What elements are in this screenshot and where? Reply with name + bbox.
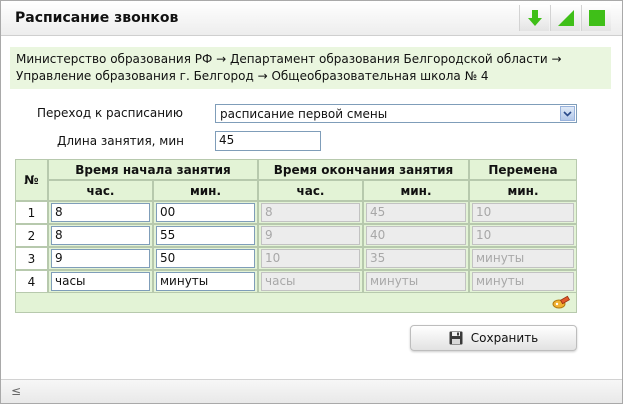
title-bar: Расписание звонков <box>1 1 622 36</box>
row-number: 4 <box>15 270 48 293</box>
end-minute-field: 35 <box>366 249 466 268</box>
table-row: 1 8 00 8 45 10 <box>15 201 577 224</box>
end-min-subheader: мин. <box>363 180 469 201</box>
start-hour-input[interactable]: часы <box>51 272 150 291</box>
window-title: Расписание звонков <box>15 10 179 26</box>
end-time-header: Время окончания занятия <box>258 159 469 180</box>
start-minute-input[interactable]: минуты <box>156 272 255 291</box>
breadcrumb: Министерство образования РФ → Департамен… <box>10 47 611 89</box>
start-minute-input[interactable]: 55 <box>156 226 255 245</box>
collapse-toggle[interactable]: ≤ <box>11 384 21 398</box>
maximize-button[interactable] <box>581 5 611 31</box>
start-hour-input[interactable]: 8 <box>51 203 150 222</box>
row-number: 3 <box>15 247 48 270</box>
bell-schedule-table: № Время начала занятия Время окончания з… <box>15 159 577 293</box>
break-field: минуты <box>472 249 574 268</box>
lesson-length-input[interactable]: 45 <box>215 131 321 151</box>
break-min-subheader: мин. <box>469 180 577 201</box>
schedule-window: Расписание звонков Министерство образова… <box>0 0 623 404</box>
end-hour-field: 10 <box>261 249 360 268</box>
lesson-length-label: Длина занятия, мин <box>57 134 184 148</box>
maximize-square-icon <box>588 10 605 26</box>
breadcrumb-line-1[interactable]: Министерство образования РФ → Департамен… <box>16 51 605 68</box>
schedule-select-value: расписание первой смены <box>220 107 388 121</box>
floppy-disk-icon <box>449 331 463 345</box>
download-button[interactable] <box>519 5 549 31</box>
end-hour-subheader: час. <box>258 180 363 201</box>
table-row: 3 9 50 10 35 минуты <box>15 247 577 270</box>
start-time-header: Время начала занятия <box>48 159 258 180</box>
resize-button[interactable] <box>550 5 580 31</box>
end-hour-field: 9 <box>261 226 360 245</box>
table-footer <box>15 292 577 313</box>
save-button[interactable]: Сохранить <box>410 325 577 351</box>
schedule-label: Переход к расписанию <box>37 106 183 120</box>
breadcrumb-line-2[interactable]: Управление образования г. Белгород → Общ… <box>16 68 605 85</box>
num-header: № <box>15 159 48 201</box>
end-minute-field: 40 <box>366 226 466 245</box>
end-hour-field: 8 <box>261 203 360 222</box>
start-hour-input[interactable]: 8 <box>51 226 150 245</box>
break-field: 10 <box>472 226 574 245</box>
end-minute-field: минуты <box>366 272 466 291</box>
row-number: 2 <box>15 224 48 247</box>
end-hour-field: часы <box>261 272 360 291</box>
table-row: 2 8 55 9 40 10 <box>15 224 577 247</box>
start-minute-input[interactable]: 00 <box>156 203 255 222</box>
start-hour-input[interactable]: 9 <box>51 249 150 268</box>
start-minute-input[interactable]: 50 <box>156 249 255 268</box>
end-minute-field: 45 <box>366 203 466 222</box>
schedule-select[interactable]: расписание первой смены <box>215 104 577 123</box>
chevron-down-icon[interactable] <box>560 106 575 121</box>
break-header: Перемена <box>469 159 577 180</box>
status-bar: ≤ <box>1 379 622 403</box>
clear-eraser-icon[interactable] <box>552 295 571 314</box>
resize-corner-icon <box>557 10 574 26</box>
save-button-label: Сохранить <box>470 331 539 345</box>
break-field: 10 <box>472 203 574 222</box>
table-row: 4 часы минуты часы минуты минуты <box>15 270 577 293</box>
start-min-subheader: мин. <box>153 180 258 201</box>
row-number: 1 <box>15 201 48 224</box>
break-field: минуты <box>472 272 574 291</box>
download-arrow-icon <box>527 10 542 26</box>
start-hour-subheader: час. <box>48 180 153 201</box>
